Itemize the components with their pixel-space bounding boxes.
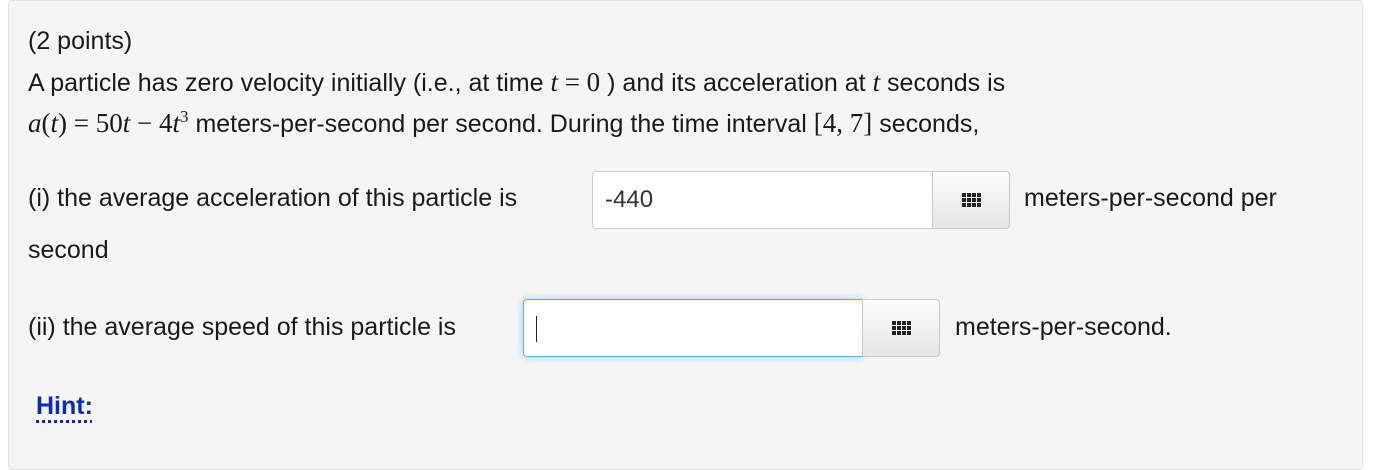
problem-text-1c: seconds is <box>887 69 1006 97</box>
problem-container: (2 points) A particle has zero velocity … <box>8 0 1363 470</box>
problem-text-1b: ) and its acceleration at <box>607 69 866 97</box>
points-label: (2 points) <box>28 27 133 55</box>
problem-text-1: A particle has zero velocity initially (… <box>28 69 544 97</box>
problem-text-2: meters-per-second per second. During the… <box>195 110 807 138</box>
grid-icon <box>891 321 911 335</box>
part-i-label: (i) the average acceleration of this par… <box>28 184 518 212</box>
grid-icon <box>961 193 981 207</box>
problem-line-2: a(t) = 50t − 4t3 meters-per-second per s… <box>28 107 979 139</box>
problem-line-1: A particle has zero velocity initially (… <box>28 67 1005 98</box>
equation-editor-button-2[interactable] <box>862 299 940 357</box>
equation-editor-button-1[interactable] <box>932 171 1010 229</box>
math-t-equals-zero: t = 0 <box>550 67 601 97</box>
hint-link[interactable]: Hint: <box>36 392 93 421</box>
part-i-unit: meters-per-second per <box>1024 184 1277 212</box>
text-cursor <box>536 315 537 342</box>
problem-text-2b: seconds, <box>879 110 980 138</box>
math-acceleration-formula: a(t) = 50t − 4t3 <box>28 107 189 138</box>
part-i-unit-cont: second <box>28 236 109 264</box>
answer-input-1[interactable]: -440 <box>592 171 934 229</box>
math-t: t <box>872 67 881 97</box>
part-ii-label: (ii) the average speed of this particle … <box>28 313 456 341</box>
answer-input-2[interactable] <box>523 299 863 357</box>
part-ii-unit: meters-per-second. <box>955 313 1172 341</box>
math-interval: [4, 7] <box>813 108 873 138</box>
